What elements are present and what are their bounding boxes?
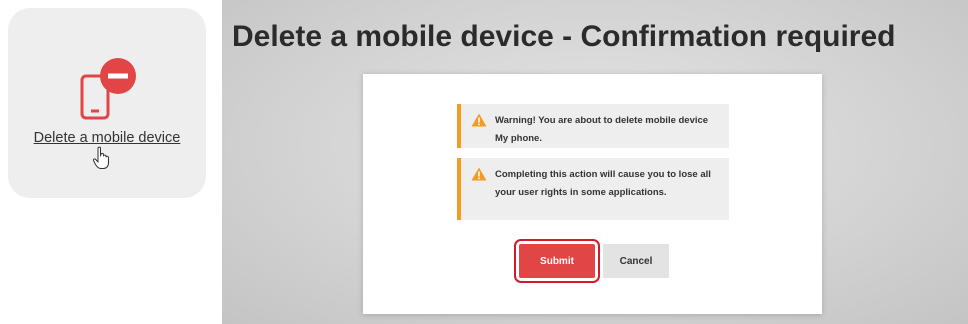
- warning-triangle-icon: [471, 167, 487, 181]
- warning-triangle-icon: [471, 113, 487, 127]
- warning-alert: Warning! You are about to delete mobile …: [457, 104, 729, 148]
- consequence-text: Completing this action will cause you to…: [495, 169, 711, 198]
- delete-mobile-device-link[interactable]: Delete a mobile device: [8, 130, 206, 146]
- consequence-alert: Completing this action will cause you to…: [457, 158, 729, 220]
- cancel-button[interactable]: Cancel: [603, 244, 669, 278]
- confirmation-dialog: Warning! You are about to delete mobile …: [363, 74, 822, 314]
- mobile-device-remove-icon: [80, 58, 136, 120]
- warning-text: Warning! You are about to delete mobile …: [495, 115, 709, 144]
- delete-device-tile[interactable]: Delete a mobile device: [8, 8, 206, 198]
- page-title: Delete a mobile device - Confirmation re…: [232, 20, 896, 53]
- submit-button[interactable]: Submit: [514, 239, 600, 283]
- confirmation-panel: Delete a mobile device - Confirmation re…: [222, 0, 968, 324]
- hand-pointer-icon: [92, 146, 109, 169]
